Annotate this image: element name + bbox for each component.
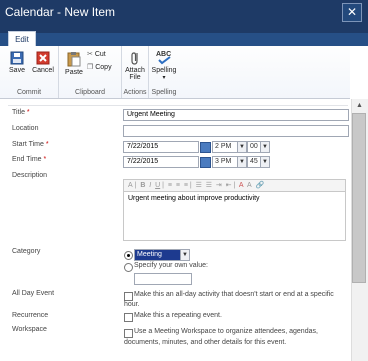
cut-label: Cut xyxy=(94,51,106,58)
file-label: File xyxy=(129,74,141,81)
font-color-icon[interactable]: A xyxy=(239,182,244,189)
end-hour-select[interactable]: 3 PM ▼ xyxy=(212,156,247,168)
copy-icon: ❐ xyxy=(87,64,94,71)
actions-group-label: Actions xyxy=(123,89,147,96)
ribbon-group-commit: Save Cancel Commit xyxy=(0,46,59,98)
end-time-label: End Time * xyxy=(12,156,47,163)
title-input[interactable]: Urgent Meeting xyxy=(123,109,349,121)
end-date-input[interactable]: 7/22/2015 xyxy=(123,156,199,168)
workspace-label: Workspace xyxy=(12,326,47,333)
ribbon-group-spelling: ABC Spelling ▾ Spelling xyxy=(149,46,179,98)
chevron-down-icon: ▼ xyxy=(260,142,269,152)
rich-text-toolbar[interactable]: A | B I U | ≡ ≡ ≡ | ☰ ☰ ⇥ ⇤ | A A 🔗 xyxy=(123,179,346,191)
recurrence-text: Make this a repeating event. xyxy=(134,312,222,319)
spelling-label: Spelling xyxy=(151,67,177,74)
all-day-text-2: hour. xyxy=(124,301,140,308)
indent-icon[interactable]: ⇥ xyxy=(216,182,222,189)
ribbon-tab-strip xyxy=(0,33,368,46)
commit-group-label: Commit xyxy=(16,89,42,96)
attach-file-button[interactable]: Attach File xyxy=(123,51,147,81)
highlight-icon[interactable]: A xyxy=(247,182,252,189)
recurrence-label: Recurrence xyxy=(12,312,49,319)
paperclip-icon xyxy=(131,52,138,65)
own-value-label: Specify your own value: xyxy=(134,262,208,269)
title-label: Title * xyxy=(12,109,30,116)
start-minute-select[interactable]: 00 ▼ xyxy=(247,141,270,153)
calendar-icon[interactable] xyxy=(200,142,211,153)
chevron-down-icon: ▼ xyxy=(237,157,246,167)
start-date-input[interactable]: 7/22/2015 xyxy=(123,141,199,153)
close-button[interactable]: ✕ xyxy=(342,3,362,22)
spelling-dropdown-arrow: ▾ xyxy=(162,75,166,81)
paste-label: Paste xyxy=(65,69,83,76)
ribbon-group-actions: Attach File Actions xyxy=(122,46,149,98)
start-hour-select[interactable]: 2 PM ▼ xyxy=(212,141,247,153)
link-icon[interactable]: 🔗 xyxy=(256,182,265,189)
scissors-icon: ✂ xyxy=(87,51,93,58)
workspace-checkbox[interactable] xyxy=(124,329,133,338)
numbered-list-icon[interactable]: ☰ xyxy=(196,182,202,189)
underline-icon[interactable]: U xyxy=(155,182,160,189)
description-label: Description xyxy=(12,172,48,179)
paste-icon xyxy=(67,52,81,67)
start-time-label: Start Time * xyxy=(12,141,49,148)
spelling-check-icon: ABC xyxy=(156,51,171,65)
align-center-icon[interactable]: ≡ xyxy=(176,182,180,189)
outdent-icon[interactable]: ⇤ xyxy=(226,182,232,189)
paste-button[interactable]: Paste xyxy=(63,51,85,76)
form-divider xyxy=(8,105,348,106)
chevron-down-icon: ▼ xyxy=(237,142,246,152)
end-minute-select[interactable]: 45 ▼ xyxy=(247,156,270,168)
calendar-icon[interactable] xyxy=(200,157,211,168)
copy-button[interactable]: ❐ Copy xyxy=(87,63,112,71)
recurrence-checkbox[interactable] xyxy=(124,313,133,322)
save-icon xyxy=(10,51,24,65)
spelling-group-label: Spelling xyxy=(151,89,177,96)
dialog-title: Calendar - New Item xyxy=(5,5,116,19)
align-right-icon[interactable]: ≡ xyxy=(184,182,188,189)
location-label: Location xyxy=(12,125,39,132)
category-choice-radio[interactable] xyxy=(124,251,133,260)
chevron-down-icon: ▼ xyxy=(260,157,269,167)
all-day-text-1: Make this an all-day activity that doesn… xyxy=(134,291,334,298)
ribbon-group-clipboard: Paste ✂ Cut ❐ Copy Clipboard xyxy=(59,46,122,98)
attach-label: Attach xyxy=(125,67,145,74)
category-label: Category xyxy=(12,248,41,255)
chevron-down-icon: ▼ xyxy=(180,250,189,260)
italic-icon[interactable]: I xyxy=(149,182,151,189)
bulleted-list-icon[interactable]: ☰ xyxy=(206,182,212,189)
all-day-label: All Day Event xyxy=(12,290,55,297)
tab-edit[interactable]: Edit xyxy=(8,31,36,47)
save-label: Save xyxy=(9,67,25,74)
category-select[interactable]: Meeting ▼ xyxy=(134,249,190,261)
cancel-icon xyxy=(36,51,50,65)
save-button[interactable]: Save xyxy=(6,51,28,74)
ribbon: Save Cancel Commit Paste ✂ Cut ❐ Copy Cl… xyxy=(0,46,350,99)
cancel-label: Cancel xyxy=(32,67,54,74)
cancel-button[interactable]: Cancel xyxy=(30,51,56,74)
location-input[interactable] xyxy=(123,125,349,137)
workspace-text-1: Use a Meeting Workspace to organize atte… xyxy=(134,328,318,335)
copy-label: Copy xyxy=(95,64,112,71)
description-textarea[interactable]: Urgent meeting about improve productivit… xyxy=(123,191,346,241)
bold-icon[interactable]: B xyxy=(140,182,145,189)
cut-button[interactable]: ✂ Cut xyxy=(87,50,106,58)
category-own-value-radio[interactable] xyxy=(124,263,133,272)
spelling-button[interactable]: ABC Spelling ▾ xyxy=(151,49,177,81)
own-value-input[interactable] xyxy=(134,273,192,285)
font-icon[interactable]: A xyxy=(128,182,133,189)
workspace-text-2: documents, minutes, and other details fo… xyxy=(124,339,287,346)
align-left-icon[interactable]: ≡ xyxy=(168,182,172,189)
scroll-up-arrow[interactable]: ▲ xyxy=(351,99,368,112)
scrollbar-thumb[interactable] xyxy=(352,113,366,283)
clipboard-group-label: Clipboard xyxy=(75,89,105,96)
